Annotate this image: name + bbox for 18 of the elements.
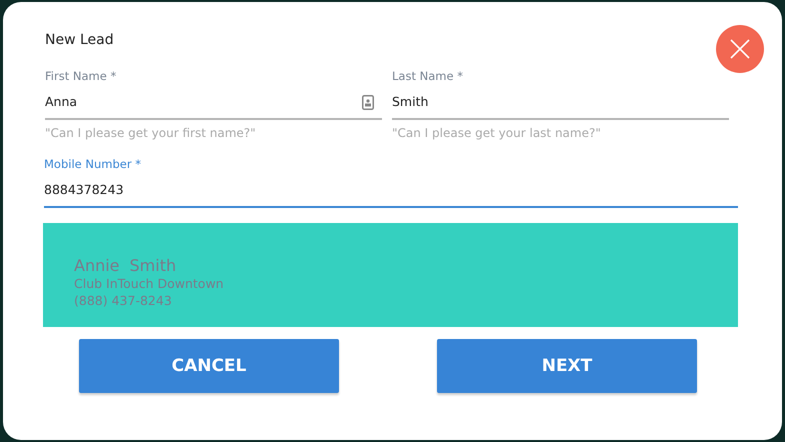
- cancel-button[interactable]: CANCEL: [79, 339, 339, 393]
- field-hint: "Can I please get your last name?": [392, 126, 602, 140]
- next-button[interactable]: NEXT: [437, 339, 697, 393]
- text-field[interactable]: 8884378243: [44, 173, 738, 208]
- close-icon: [730, 39, 750, 59]
- club-name: Club InTouch Downtown: [74, 275, 225, 292]
- text-field[interactable]: Smith: [392, 85, 729, 120]
- phone-number: (888) 437-8243: [74, 292, 173, 309]
- field-hint: "Can I please get your first name?": [45, 126, 257, 140]
- contact-card-icon[interactable]: [362, 95, 374, 110]
- dialog-title: New Lead: [45, 32, 115, 50]
- field-label: First Name *: [45, 69, 118, 85]
- field-label: Mobile Number *: [44, 157, 142, 173]
- text-field[interactable]: Anna: [45, 85, 382, 120]
- last-name: Smith: [130, 256, 176, 275]
- field-label: Last Name *: [392, 69, 464, 85]
- first-name: Annie: [74, 256, 120, 275]
- close-button[interactable]: [716, 25, 764, 73]
